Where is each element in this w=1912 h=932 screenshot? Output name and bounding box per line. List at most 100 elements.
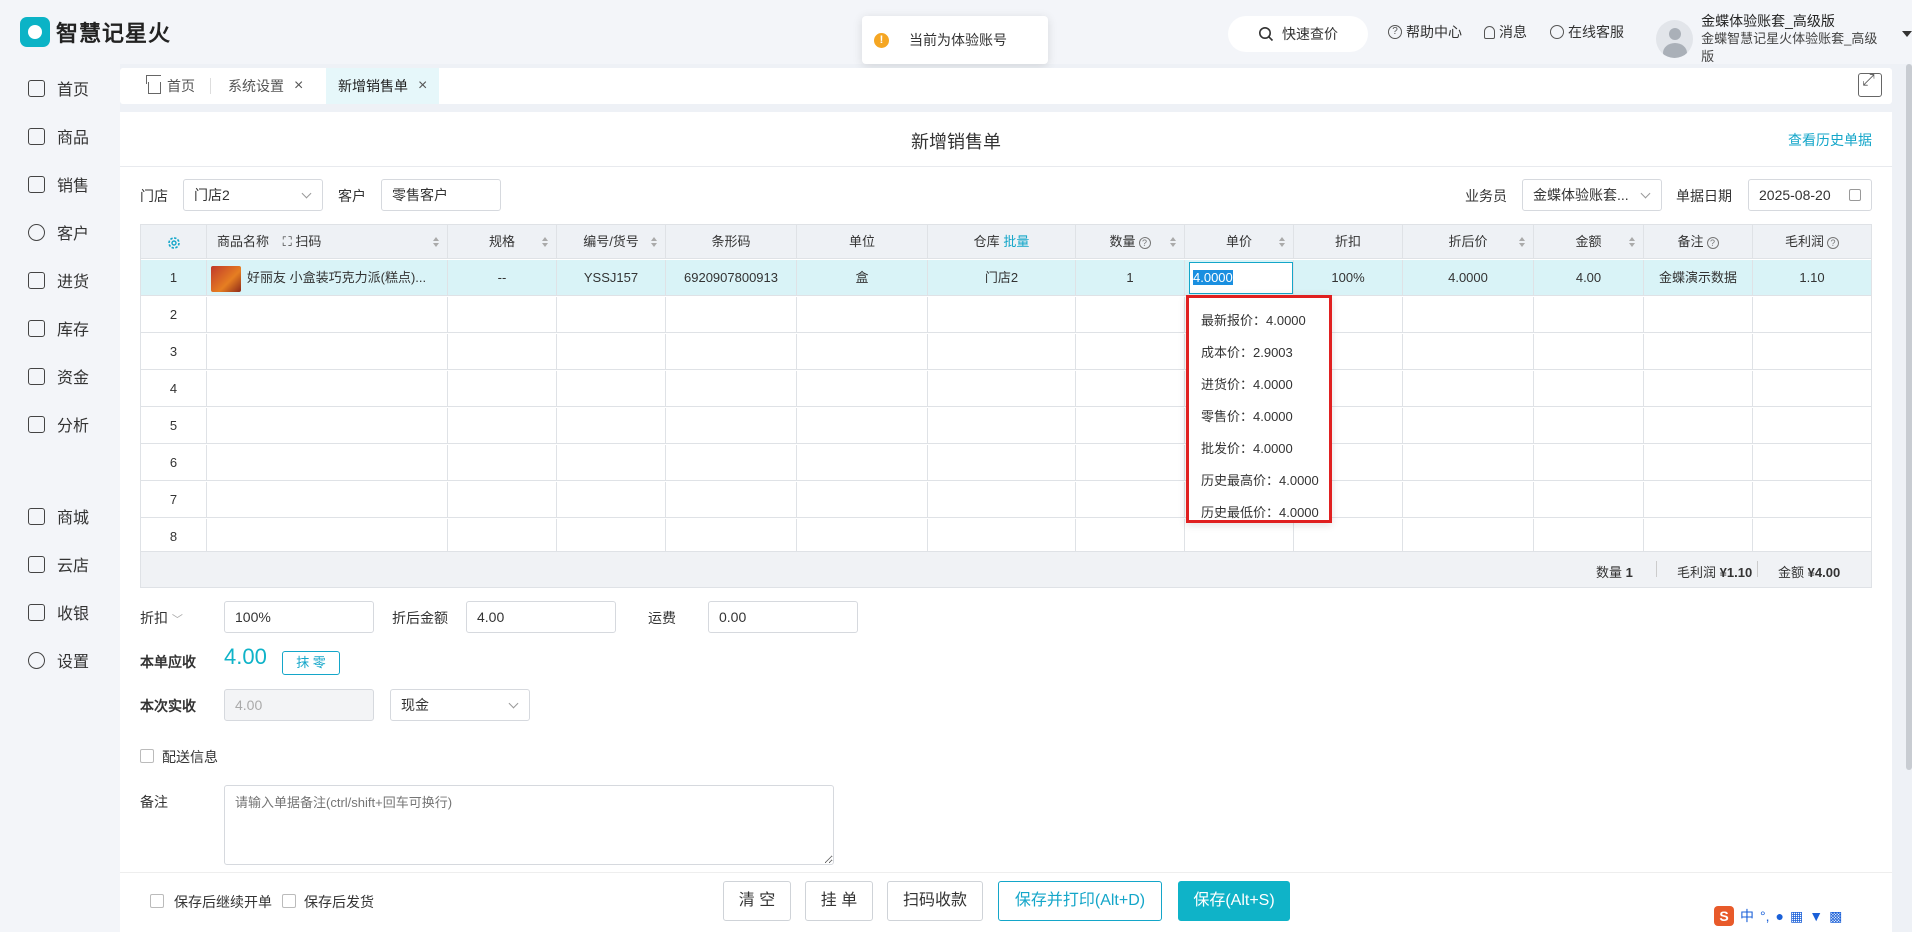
empty-cell[interactable] bbox=[207, 445, 448, 481]
empty-cell[interactable] bbox=[557, 445, 666, 481]
empty-cell[interactable] bbox=[557, 519, 666, 555]
empty-cell[interactable] bbox=[666, 334, 797, 370]
tab-home[interactable]: 首页 bbox=[136, 68, 207, 104]
remark-textarea[interactable] bbox=[224, 785, 834, 865]
sidebar-item-home[interactable]: 首页 bbox=[28, 76, 89, 100]
empty-cell[interactable] bbox=[1534, 297, 1644, 333]
freight-input[interactable]: 0.00 bbox=[708, 601, 858, 633]
empty-cell[interactable] bbox=[448, 445, 557, 481]
sort-icon[interactable] bbox=[1519, 237, 1525, 247]
empty-cell[interactable] bbox=[928, 371, 1076, 407]
sort-icon[interactable] bbox=[1279, 237, 1285, 247]
empty-cell[interactable] bbox=[1403, 297, 1534, 333]
empty-cell[interactable] bbox=[928, 482, 1076, 518]
purchase-price[interactable]: 进货价：4.0000 bbox=[1201, 374, 1293, 393]
sidebar-item-customers[interactable]: 客户 bbox=[28, 220, 89, 244]
empty-cell[interactable] bbox=[1403, 408, 1534, 444]
empty-cell[interactable] bbox=[207, 297, 448, 333]
empty-cell[interactable] bbox=[557, 482, 666, 518]
empty-cell[interactable] bbox=[448, 371, 557, 407]
empty-cell[interactable] bbox=[1644, 334, 1753, 370]
close-icon[interactable]: × bbox=[294, 77, 303, 95]
batch-link[interactable]: 批量 bbox=[1003, 234, 1029, 249]
discount-input[interactable]: 100% bbox=[224, 601, 374, 633]
after-amount-input[interactable]: 4.00 bbox=[466, 601, 616, 633]
history-low-price[interactable]: 历史最低价：4.0000 bbox=[1201, 502, 1319, 521]
keyboard-icon[interactable]: ▦ bbox=[1790, 908, 1803, 925]
sort-icon[interactable] bbox=[1629, 237, 1635, 247]
empty-cell[interactable] bbox=[1534, 519, 1644, 555]
view-history-link[interactable]: 查看历史单据 bbox=[1788, 130, 1872, 150]
tab-new-sales-order[interactable]: 新增销售单 × bbox=[326, 68, 440, 104]
empty-cell[interactable] bbox=[448, 519, 557, 555]
table-row[interactable]: 6 bbox=[141, 445, 1871, 481]
sidebar-item-cloud-store[interactable]: 云店 bbox=[28, 552, 89, 576]
table-row[interactable]: 1 好丽友 小盒装巧克力派(糕点)... -- YSSJ157 69209078… bbox=[141, 260, 1871, 296]
ime-toolbar[interactable]: S 中 °, ● ▦ ▼ ▩ bbox=[1714, 906, 1842, 926]
empty-cell[interactable] bbox=[928, 297, 1076, 333]
empty-cell[interactable] bbox=[1076, 519, 1185, 555]
empty-cell[interactable] bbox=[1403, 334, 1534, 370]
empty-cell[interactable] bbox=[1076, 445, 1185, 481]
empty-cell[interactable] bbox=[797, 519, 928, 555]
question-icon[interactable]: ? bbox=[1706, 236, 1719, 249]
empty-cell[interactable] bbox=[928, 408, 1076, 444]
wholesale-price[interactable]: 批发价：4.0000 bbox=[1201, 438, 1293, 457]
salesperson-select[interactable]: 金蝶体验账套... bbox=[1522, 179, 1662, 211]
empty-cell[interactable] bbox=[1644, 408, 1753, 444]
empty-cell[interactable] bbox=[207, 482, 448, 518]
empty-cell[interactable] bbox=[928, 334, 1076, 370]
spec-cell[interactable]: -- bbox=[448, 260, 557, 296]
empty-cell[interactable] bbox=[666, 408, 797, 444]
empty-cell[interactable] bbox=[797, 297, 928, 333]
empty-cell[interactable] bbox=[1644, 519, 1753, 555]
empty-cell[interactable] bbox=[1403, 482, 1534, 518]
after-price-cell[interactable]: 4.0000 bbox=[1403, 260, 1534, 296]
empty-cell[interactable] bbox=[207, 408, 448, 444]
empty-cell[interactable] bbox=[1294, 519, 1403, 555]
empty-cell[interactable] bbox=[1753, 445, 1871, 481]
sidebar-item-products[interactable]: 商品 bbox=[28, 124, 89, 148]
store-select[interactable]: 门店2 bbox=[183, 179, 323, 211]
empty-cell[interactable] bbox=[1403, 371, 1534, 407]
empty-cell[interactable] bbox=[666, 482, 797, 518]
empty-cell[interactable] bbox=[448, 482, 557, 518]
empty-cell[interactable] bbox=[207, 519, 448, 555]
user-menu[interactable]: 金蝶体验账套_高级版 金蝶智慧记星火体验账套_高级版 bbox=[1656, 12, 1912, 66]
sidebar-item-purchase[interactable]: 进货 bbox=[28, 268, 89, 292]
close-icon[interactable]: × bbox=[418, 77, 427, 95]
empty-cell[interactable] bbox=[1534, 482, 1644, 518]
sort-icon[interactable] bbox=[1170, 237, 1176, 247]
customer-field[interactable]: 零售客户 bbox=[381, 179, 501, 211]
empty-cell[interactable] bbox=[1076, 408, 1185, 444]
empty-cell[interactable] bbox=[1644, 297, 1753, 333]
remark-cell[interactable]: 金蝶演示数据 bbox=[1644, 260, 1753, 296]
empty-cell[interactable] bbox=[797, 408, 928, 444]
sidebar-item-cashier[interactable]: 收银 bbox=[28, 600, 89, 624]
shirt-icon[interactable]: ▼ bbox=[1809, 908, 1823, 924]
empty-cell[interactable] bbox=[1185, 519, 1294, 555]
help-center-link[interactable]: ? 帮助中心 bbox=[1388, 22, 1462, 42]
sort-icon[interactable] bbox=[433, 237, 439, 247]
empty-cell[interactable] bbox=[666, 371, 797, 407]
amount-cell[interactable]: 4.00 bbox=[1534, 260, 1644, 296]
date-picker[interactable]: 2025-08-20 bbox=[1748, 179, 1872, 211]
empty-cell[interactable] bbox=[448, 334, 557, 370]
empty-cell[interactable] bbox=[1753, 334, 1871, 370]
empty-cell[interactable] bbox=[1076, 297, 1185, 333]
tab-system-settings[interactable]: 系统设置 × bbox=[216, 68, 315, 104]
empty-cell[interactable] bbox=[1753, 408, 1871, 444]
qty-cell[interactable]: 1 bbox=[1076, 260, 1185, 296]
question-icon[interactable]: ? bbox=[1827, 236, 1839, 249]
unit-cell[interactable]: 盒 bbox=[797, 260, 928, 296]
round-off-button[interactable]: 抹 零 bbox=[282, 651, 340, 675]
continue-after-save-checkbox[interactable] bbox=[150, 894, 164, 908]
empty-cell[interactable] bbox=[1644, 445, 1753, 481]
empty-cell[interactable] bbox=[1753, 297, 1871, 333]
empty-cell[interactable] bbox=[1753, 519, 1871, 555]
empty-cell[interactable] bbox=[928, 519, 1076, 555]
delivery-info-checkbox[interactable] bbox=[140, 749, 154, 763]
scan-icon[interactable]: ⛶ bbox=[283, 234, 292, 249]
app-logo[interactable]: 智慧记星火 bbox=[20, 16, 171, 48]
received-input[interactable]: 4.00 bbox=[224, 689, 374, 721]
